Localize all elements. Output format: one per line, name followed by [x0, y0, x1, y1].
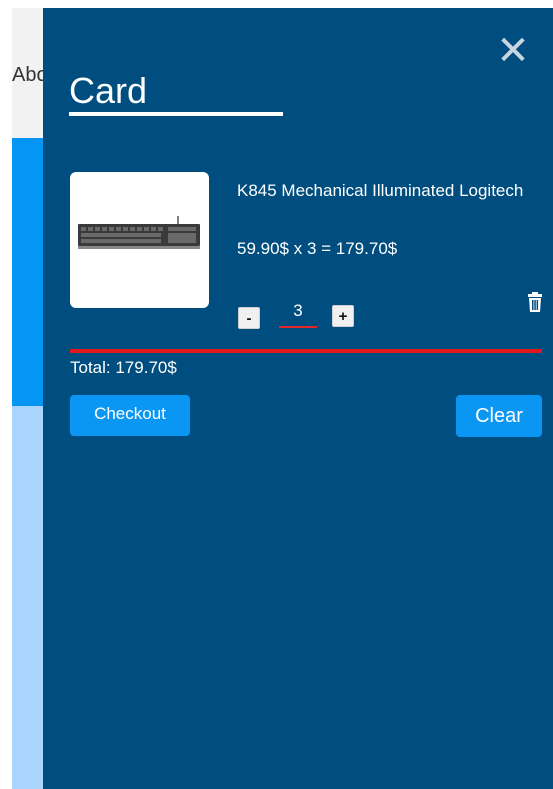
keyboard-icon	[78, 216, 200, 249]
cart-total: Total: 179.70$	[70, 358, 177, 377]
clear-cart-button[interactable]: Clear	[456, 395, 542, 437]
product-name: K845 Mechanical Illuminated Logitech	[237, 181, 524, 200]
cart-divider	[70, 349, 542, 353]
product-image	[70, 172, 209, 308]
drawer-title: Card	[69, 70, 148, 111]
quantity-input[interactable]	[279, 296, 317, 328]
quantity-increase-button[interactable]: +	[332, 305, 354, 327]
title-underline	[69, 112, 283, 116]
product-price-line: 59.90$ x 3 = 179.70$	[237, 239, 398, 258]
close-drawer-button[interactable]: ✕	[495, 31, 531, 71]
page-edge	[0, 0, 12, 789]
quantity-decrease-button[interactable]: -	[238, 307, 260, 329]
close-icon: ✕	[496, 28, 530, 74]
cart-drawer: ✕ Card K845 Mechanical Illuminated Logit…	[43, 8, 553, 789]
trash-icon[interactable]	[527, 292, 543, 312]
checkout-button[interactable]: Checkout	[70, 395, 190, 436]
